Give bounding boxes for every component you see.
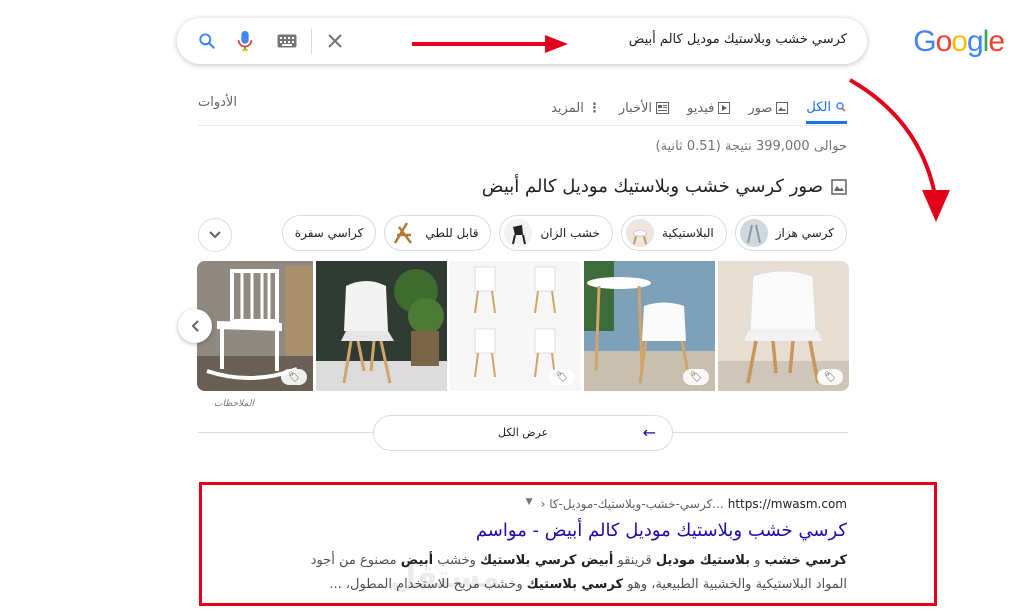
chip-plastic[interactable]: البلاستيكية xyxy=(620,215,727,251)
chip-dining-chairs[interactable]: كراسي سفرة xyxy=(281,215,377,251)
tools-button[interactable]: الأدوات xyxy=(198,95,237,110)
image-result-table-chair[interactable]: 🏷 xyxy=(584,261,715,391)
refinement-chips: كرسي هزاز البلاستيكية خشب الزان قابل للط… xyxy=(281,215,847,251)
more-vert-icon: ⋮ xyxy=(587,100,601,116)
feedback-link[interactable]: الملاحظات xyxy=(214,399,254,409)
image-results-strip: 🏷 🏷 🏷 🏷 xyxy=(197,261,849,391)
tab-more[interactable]: ⋮ المزيد xyxy=(551,93,601,123)
google-logo[interactable]: Google xyxy=(913,25,1005,59)
chevron-down-icon xyxy=(209,231,221,239)
result-url-path: › كرسي-خشب-وبلاستيك-موديل-كا... xyxy=(540,497,724,511)
chip-label: كرسي هزاز xyxy=(775,226,834,240)
tab-label: الأخبار xyxy=(618,100,653,116)
microphone-icon[interactable] xyxy=(233,29,257,53)
result-url[interactable]: ▼ › كرسي-خشب-وبلاستيك-موديل-كا... https:… xyxy=(526,497,847,511)
tab-news[interactable]: الأخبار xyxy=(618,93,670,123)
news-icon xyxy=(656,102,670,114)
video-icon xyxy=(718,102,731,114)
chip-thumbnail xyxy=(625,219,654,247)
chip-foldable[interactable]: قابل للطي xyxy=(384,215,492,251)
annotation-arrow-horizontal xyxy=(412,35,568,53)
images-heading[interactable]: صور كرسي خشب وبلاستيك موديل كالم أبيض xyxy=(482,176,847,197)
tabs-divider xyxy=(198,125,848,126)
clear-icon[interactable] xyxy=(323,29,347,53)
image-result-chair-plant[interactable] xyxy=(316,261,447,391)
tab-label: صور xyxy=(748,100,773,116)
chip-label: كراسي سفرة xyxy=(294,226,364,240)
tab-videos[interactable]: فيديو xyxy=(687,93,731,123)
chair-with-plant-image xyxy=(316,261,447,391)
tab-label: فيديو xyxy=(687,100,715,116)
chip-thumbnail xyxy=(739,219,768,247)
chip-label: البلاستيكية xyxy=(661,226,714,240)
tab-label: الكل xyxy=(806,99,831,115)
chip-rocking-chair[interactable]: كرسي هزاز xyxy=(734,215,847,251)
search-divider xyxy=(311,28,312,54)
image-result-four-chairs[interactable]: 🏷 xyxy=(450,261,581,391)
arrow-left-icon: ← xyxy=(642,423,656,442)
search-icon xyxy=(836,102,846,112)
tab-all[interactable]: الكل xyxy=(806,93,847,124)
tag-icon: 🏷 xyxy=(281,369,307,385)
search-tabs: الكل صور فيديو الأخبار ⋮ المزيد xyxy=(533,93,847,124)
result-stats: حوالى 399,000 نتيجة (0.51 ثانية) xyxy=(655,139,847,154)
image-icon xyxy=(831,178,847,195)
chip-label: قابل للطي xyxy=(425,226,479,240)
image-icon xyxy=(776,102,789,114)
result-url-domain: https://mwasm.com xyxy=(727,497,847,511)
keyboard-icon[interactable] xyxy=(275,29,299,53)
tag-icon: 🏷 xyxy=(683,369,709,385)
carousel-prev-button[interactable] xyxy=(178,309,212,343)
view-all-label: عرض الكل xyxy=(498,426,549,439)
search-input[interactable]: كرسي خشب وبلاستيك موديل كالم أبيض xyxy=(629,32,847,47)
chip-beech-wood[interactable]: خشب الزان xyxy=(499,215,613,251)
chip-thumbnail xyxy=(389,219,418,247)
chevron-down-icon[interactable]: ▼ xyxy=(526,497,533,511)
tab-label: المزيد xyxy=(551,100,584,116)
search-icon[interactable] xyxy=(195,29,219,53)
annotation-arrow-curved xyxy=(849,78,950,222)
result-title-link[interactable]: كرسي خشب وبلاستيك موديل كالم أبيض - مواس… xyxy=(476,520,847,541)
chip-label: خشب الزان xyxy=(540,226,600,240)
images-heading-text: صور كرسي خشب وبلاستيك موديل كالم أبيض xyxy=(481,176,823,197)
chip-thumbnail xyxy=(504,219,533,247)
image-result-rocking-chair[interactable]: 🏷 xyxy=(197,261,313,391)
image-result-single-chair[interactable]: 🏷 xyxy=(718,261,849,391)
watermark: مستقل xyxy=(390,560,500,595)
tag-icon: 🏷 xyxy=(817,369,843,385)
view-all-button[interactable]: عرض الكل ← xyxy=(373,415,673,451)
expand-chips-button[interactable] xyxy=(198,218,232,252)
tab-images[interactable]: صور xyxy=(748,93,789,123)
tag-icon: 🏷 xyxy=(549,369,575,385)
result-snippet: كرسي خشب و بلاستيك موديل قرينقو أبيض كرس… xyxy=(310,553,847,592)
chevron-left-icon xyxy=(191,320,199,332)
